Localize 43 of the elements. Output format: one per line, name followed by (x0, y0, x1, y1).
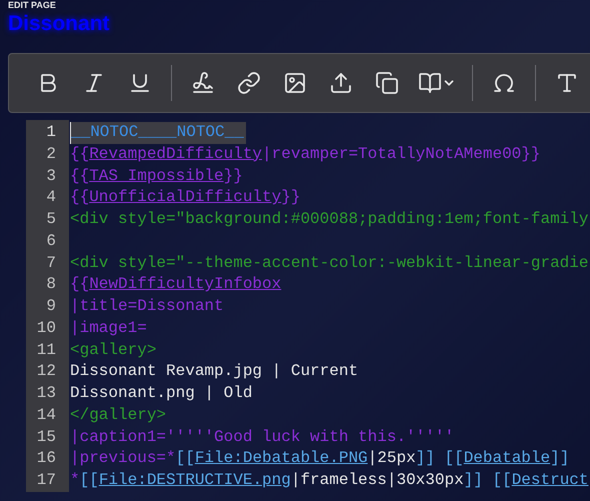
code-line: |title=Dissonant (70, 296, 224, 317)
overlapping-squares-icon (375, 71, 399, 95)
line-number: 14 (36, 404, 57, 426)
line-number: 8 (45, 274, 57, 296)
link-icon (237, 71, 261, 95)
line-number: 13 (36, 383, 57, 404)
code-line: {{TAS Impossible}} (70, 166, 243, 186)
omega-icon (492, 71, 516, 95)
line-number: 2 (45, 144, 57, 165)
signature-icon (191, 71, 215, 95)
text-icon (555, 71, 579, 95)
page-label: EDIT PAGE (8, 0, 57, 10)
upload-icon (329, 71, 353, 95)
line-number: 15 (36, 426, 57, 448)
code-line: <div style="background:#000088;padding:1em;font-family (70, 209, 588, 230)
line-number: 7 (45, 252, 57, 274)
code-line: {{NewDifficultyInfobox (70, 274, 282, 296)
book-icon (418, 71, 442, 95)
line-number: 11 (36, 340, 57, 360)
line-number: 12 (36, 361, 57, 382)
line-number: 9 (45, 296, 57, 317)
line-number: 16 (36, 448, 57, 470)
code-line: <gallery> (70, 340, 156, 360)
page-title: Dissonant (8, 11, 110, 37)
underline-icon (128, 71, 152, 95)
code-line: <div style="--theme-accent-color:-webkit-linear-gradie (70, 252, 588, 274)
code-line: {{UnofficialDifficulty}} (70, 187, 300, 208)
code-line: |image1= (70, 318, 147, 339)
line-number: 10 (36, 318, 57, 339)
line-number: 3 (45, 166, 57, 186)
image-icon (283, 71, 307, 95)
line-number: 17 (36, 470, 57, 491)
code-line: Dissonant.png | Old (70, 383, 252, 404)
code-line: Dissonant Revamp.jpg | Current (70, 361, 358, 382)
line-number: 5 (45, 209, 57, 230)
code-line: </gallery> (70, 404, 166, 426)
line-number: 6 (45, 230, 57, 252)
code-line: |caption1='''''Good luck with this.''''' (70, 426, 454, 448)
code-line: *[[File:DESTRUCTIVE.png|frameless|30x30px]] [[Destruct (70, 470, 588, 491)
line-number: 1 (45, 122, 57, 143)
code-line: {{RevampedDifficulty|revamper=TotallyNotAMeme00}} (70, 144, 540, 165)
code-line: |previous=*[[File:Debatable.PNG|25px]] [[Debatable]] (70, 448, 570, 470)
line-number: 4 (45, 187, 57, 208)
